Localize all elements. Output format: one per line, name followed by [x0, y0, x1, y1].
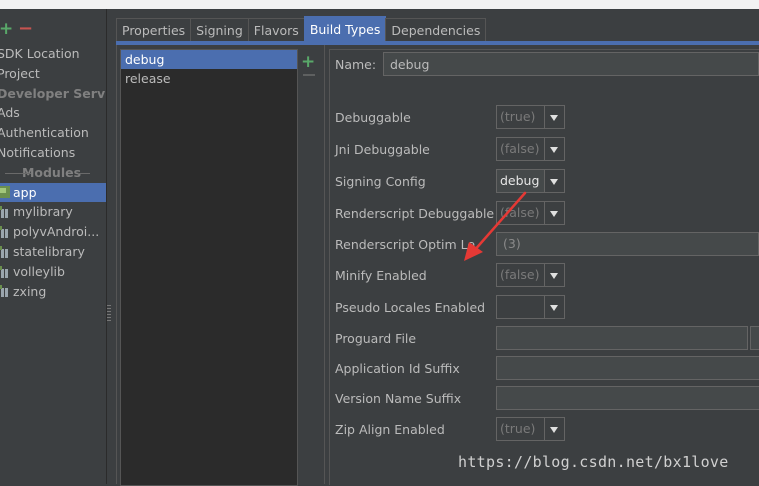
- sidebar-item-sdk-location[interactable]: SDK Location: [0, 44, 106, 64]
- build-type-list: debug release: [120, 49, 298, 486]
- proguard-browse-button[interactable]: [750, 326, 759, 350]
- module-label: app: [13, 184, 37, 200]
- tab-signing[interactable]: Signing: [190, 18, 249, 42]
- debuggable-combo[interactable]: (true): [496, 105, 565, 129]
- tab-flavors[interactable]: Flavors: [247, 18, 305, 42]
- sidebar-item-project[interactable]: Project: [0, 64, 106, 84]
- chevron-down-icon[interactable]: [544, 106, 564, 128]
- chevron-down-icon[interactable]: [544, 418, 564, 440]
- tab-dependencies[interactable]: Dependencies: [385, 18, 487, 42]
- panel-divider: [324, 45, 325, 484]
- chevron-down-icon[interactable]: [544, 264, 564, 286]
- zip-align-enabled-label: Zip Align Enabled: [335, 422, 445, 437]
- annotation-arrow-icon: [464, 191, 527, 261]
- library-module-icon: [0, 245, 10, 258]
- sidebar-header-modules: Modules: [0, 163, 106, 183]
- sidebar-module-statelibrary[interactable]: statelibrary: [0, 242, 106, 262]
- debuggable-label: Debuggable: [335, 110, 411, 125]
- sidebar-item-authentication[interactable]: Authentication: [0, 123, 106, 143]
- module-label: zxing: [13, 283, 47, 299]
- sidebar-module-mylibrary[interactable]: mylibrary: [0, 202, 106, 222]
- pseudo-locales-enabled-value: [497, 296, 544, 318]
- chevron-down-icon[interactable]: [544, 296, 564, 318]
- debuggable-value: (true): [500, 109, 536, 124]
- sidebar-item-ads[interactable]: Ads: [0, 103, 106, 123]
- pseudo-locales-enabled-combo[interactable]: [496, 295, 565, 319]
- chevron-down-icon[interactable]: [544, 202, 564, 224]
- sidebar-module-zxing[interactable]: zxing: [0, 282, 106, 302]
- jni-debuggable-label: Jni Debuggable: [335, 142, 430, 157]
- sidebar-module-app[interactable]: app: [0, 182, 106, 203]
- library-module-icon: [0, 285, 10, 297]
- zip-align-enabled-value: (true): [500, 421, 536, 436]
- minify-enabled-value: (false): [500, 267, 540, 282]
- sidebar-splitter[interactable]: [106, 9, 115, 484]
- app-module-icon: [0, 186, 10, 199]
- build-type-debug[interactable]: debug: [121, 50, 297, 69]
- zip-align-enabled-combo[interactable]: (true): [496, 417, 565, 441]
- minify-enabled-label: Minify Enabled: [335, 268, 427, 283]
- version-name-suffix-field[interactable]: [496, 386, 759, 410]
- library-module-icon: [0, 206, 10, 218]
- name-label: Name:: [335, 57, 377, 72]
- proguard-file-label: Proguard File: [335, 331, 417, 346]
- sidebar-module-volleylib[interactable]: volleylib: [0, 262, 106, 282]
- sidebar-module-polyvandroid[interactable]: polyvAndroi...: [0, 222, 106, 242]
- sidebar: + − SDK Location Project Developer Servi…: [0, 9, 106, 484]
- version-name-suffix-label: Version Name Suffix: [335, 391, 462, 406]
- library-module-icon: [0, 226, 10, 238]
- sidebar-toolbar: + −: [0, 18, 106, 39]
- library-module-icon: [0, 265, 10, 278]
- chevron-down-icon[interactable]: [544, 170, 564, 192]
- sidebar-header-developer-services[interactable]: Developer Servi...: [0, 84, 106, 104]
- chevron-down-icon[interactable]: [544, 138, 564, 160]
- build-type-release[interactable]: release: [121, 69, 297, 88]
- plus-icon[interactable]: +: [0, 19, 13, 39]
- pseudo-locales-enabled-label: Pseudo Locales Enabled: [335, 300, 486, 315]
- minify-enabled-combo[interactable]: (false): [496, 263, 565, 287]
- top-strip: [0, 0, 759, 9]
- add-build-type-icon[interactable]: +: [301, 52, 315, 72]
- name-field[interactable]: debug: [383, 52, 759, 76]
- module-label: polyvAndroi...: [13, 224, 100, 240]
- renderscript-optim-level-label: Renderscript Optim Level: [335, 237, 475, 252]
- renderscript-optim-level-field[interactable]: (3): [496, 232, 759, 256]
- jni-debuggable-combo[interactable]: (false): [496, 137, 565, 161]
- application-id-suffix-field[interactable]: [496, 356, 759, 380]
- signing-config-label: Signing Config: [335, 174, 426, 189]
- sidebar-item-notifications[interactable]: Notifications: [0, 143, 106, 163]
- signing-config-value: debug: [497, 170, 544, 192]
- watermark: https://blog.csdn.net/bx1love: [458, 453, 729, 471]
- application-id-suffix-label: Application Id Suffix: [335, 361, 460, 376]
- jni-debuggable-value: (false): [500, 141, 540, 156]
- tab-bar: Properties Signing Flavors Build Types D…: [116, 16, 487, 42]
- sidebar-list: SDK Location Project Developer Servi... …: [0, 44, 106, 301]
- tab-build-types[interactable]: Build Types: [303, 16, 387, 41]
- tab-properties[interactable]: Properties: [116, 18, 192, 42]
- module-label: mylibrary: [13, 204, 73, 220]
- proguard-file-field[interactable]: [496, 326, 748, 350]
- splitter-grip-icon[interactable]: [107, 305, 111, 321]
- module-label: statelibrary: [13, 243, 85, 259]
- module-label: volleylib: [13, 263, 65, 279]
- remove-build-type-icon[interactable]: [303, 74, 315, 76]
- minus-icon[interactable]: −: [18, 18, 33, 39]
